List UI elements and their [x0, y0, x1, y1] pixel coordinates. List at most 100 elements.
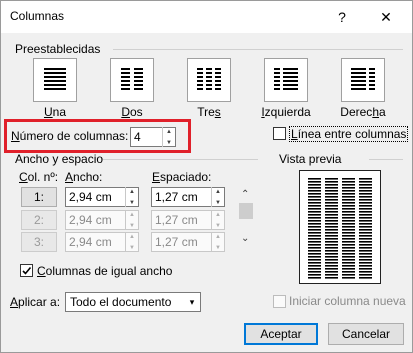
- preview-text-line: [342, 205, 355, 207]
- preview-text-line: [342, 220, 355, 222]
- line-between-label: Línea entre columnas: [289, 126, 409, 142]
- preview-text-line: [308, 256, 321, 258]
- equal-width-checkbox[interactable]: [20, 264, 33, 277]
- num-columns-spinner[interactable]: ▲ ▼: [162, 127, 175, 147]
- spacing-spinner-2[interactable]: ▲ ▼: [211, 210, 224, 230]
- preview-text-line: [308, 223, 321, 225]
- preview-text-line: [325, 265, 338, 267]
- cancel-button[interactable]: Cancelar: [328, 323, 404, 345]
- preview-text-line: [325, 253, 338, 255]
- spin-down-icon[interactable]: ▼: [126, 243, 138, 252]
- preview-text-line: [325, 241, 338, 243]
- preview-text-line: [342, 190, 355, 192]
- preview-text-line: [308, 211, 321, 213]
- preview-text-line: [325, 238, 338, 240]
- preview-text-line: [325, 226, 338, 228]
- spin-down-icon[interactable]: ▼: [126, 221, 138, 230]
- left-layout-icon: [274, 68, 298, 90]
- width-spinner-2[interactable]: ▲ ▼: [125, 210, 138, 230]
- preview-text-line: [359, 271, 372, 273]
- preview-text-line: [342, 202, 355, 204]
- preview-text-line: [308, 265, 321, 267]
- preview-text-line: [359, 193, 372, 195]
- preview-text-line: [308, 241, 321, 243]
- preview-text-line: [325, 262, 338, 264]
- scroll-thumb[interactable]: [239, 203, 253, 219]
- preview-text-line: [325, 217, 338, 219]
- preview-text-line: [342, 214, 355, 216]
- preset-three-columns[interactable]: [187, 58, 231, 102]
- preset-one-column[interactable]: [33, 58, 77, 102]
- preview-text-line: [325, 268, 338, 270]
- preview-text-line: [359, 220, 372, 222]
- spin-down-icon[interactable]: ▼: [126, 198, 138, 207]
- preview-text-line: [308, 271, 321, 273]
- dialog-title: Columnas: [10, 9, 65, 23]
- scroll-up-icon[interactable]: ⌃: [241, 189, 249, 200]
- preview-text-line: [325, 196, 338, 198]
- preset-left-label: Izquierda: [261, 105, 311, 119]
- preset-right-label: Derecha: [340, 105, 386, 119]
- preview-text-line: [342, 265, 355, 267]
- preview-text-line: [325, 235, 338, 237]
- preview-text-line: [359, 277, 372, 279]
- preview-text-line: [359, 226, 372, 228]
- preview-text-line: [325, 220, 338, 222]
- ok-button[interactable]: Aceptar: [244, 323, 318, 345]
- preview-text-line: [359, 196, 372, 198]
- spin-up-icon[interactable]: ▲: [163, 127, 175, 136]
- two-columns-icon: [121, 68, 143, 90]
- spin-down-icon[interactable]: ▼: [212, 221, 224, 230]
- chevron-down-icon[interactable]: ▾: [184, 293, 200, 311]
- spin-up-icon[interactable]: ▲: [126, 187, 138, 196]
- title-bar: Columnas ? ✕: [1, 1, 412, 33]
- preview-text-line: [342, 253, 355, 255]
- preview-text-line: [342, 238, 355, 240]
- preview-text-line: [359, 253, 372, 255]
- preview-text-line: [308, 235, 321, 237]
- close-button[interactable]: ✕: [368, 1, 404, 33]
- rows-scrollbar[interactable]: ⌃ ⌄: [239, 189, 253, 249]
- preview-text-line: [359, 256, 372, 258]
- spin-up-icon[interactable]: ▲: [126, 232, 138, 241]
- spin-up-icon[interactable]: ▲: [126, 210, 138, 219]
- spin-up-icon[interactable]: ▲: [212, 232, 224, 241]
- preset-two-columns[interactable]: [110, 58, 154, 102]
- spacing-spinner-3[interactable]: ▲ ▼: [211, 232, 224, 252]
- preset-right[interactable]: [341, 58, 385, 102]
- preview-text-line: [325, 178, 338, 180]
- line-between-checkbox[interactable]: [273, 127, 286, 140]
- col-number-3: 3:: [21, 232, 57, 252]
- preview-text-line: [359, 247, 372, 249]
- preset-left[interactable]: [264, 58, 308, 102]
- columns-dialog: Columnas ? ✕ Preestablecidas Una Dos Tre…: [0, 0, 413, 353]
- width-spinner-3[interactable]: ▲ ▼: [125, 232, 138, 252]
- preview-text-line: [342, 223, 355, 225]
- preview-text-line: [359, 190, 372, 192]
- preset-three-label: Tres: [197, 105, 221, 119]
- preview-text-line: [325, 244, 338, 246]
- preview-text-line: [308, 259, 321, 261]
- spin-down-icon[interactable]: ▼: [212, 198, 224, 207]
- preview-text-line: [342, 241, 355, 243]
- preview-text-line: [308, 193, 321, 195]
- preview-text-line: [325, 271, 338, 273]
- spin-down-icon[interactable]: ▼: [212, 243, 224, 252]
- preview-text-line: [325, 232, 338, 234]
- preview-text-line: [308, 178, 321, 180]
- spacing-spinner-1[interactable]: ▲ ▼: [211, 187, 224, 207]
- width-spinner-1[interactable]: ▲ ▼: [125, 187, 138, 207]
- start-new-column-checkbox[interactable]: [273, 295, 286, 308]
- preview-text-line: [308, 277, 321, 279]
- spin-down-icon[interactable]: ▼: [163, 138, 175, 147]
- preview-text-line: [342, 247, 355, 249]
- preview-text-line: [308, 232, 321, 234]
- apply-to-select[interactable]: Todo el documento ▾: [65, 292, 201, 312]
- preview-text-line: [359, 202, 372, 204]
- spin-up-icon[interactable]: ▲: [212, 210, 224, 219]
- scroll-down-icon[interactable]: ⌄: [241, 233, 249, 244]
- help-button[interactable]: ?: [324, 1, 360, 33]
- spin-up-icon[interactable]: ▲: [212, 187, 224, 196]
- preview-text-line: [325, 247, 338, 249]
- preset-one-label: Una: [43, 105, 67, 119]
